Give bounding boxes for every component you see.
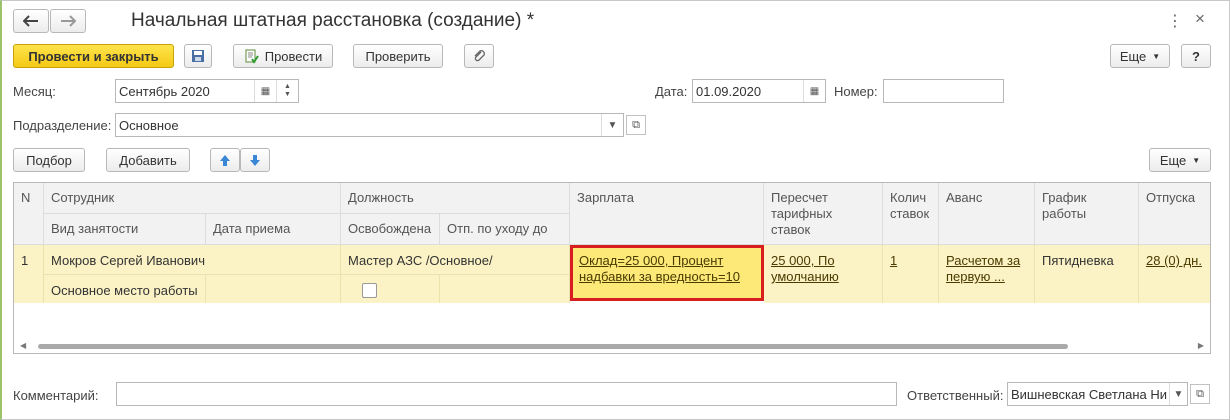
chevron-down-icon: ▼ bbox=[1152, 51, 1161, 61]
header-released[interactable]: Освобождена bbox=[341, 214, 440, 245]
month-field[interactable]: Сентябрь 2020 ▦ ▲ ▼ bbox=[115, 79, 299, 103]
open-window-icon: ⧉ bbox=[632, 118, 640, 131]
comment-label: Комментарий: bbox=[13, 388, 99, 403]
row-leave-until[interactable] bbox=[440, 274, 570, 303]
row-hire-date[interactable] bbox=[206, 274, 341, 303]
move-up-button[interactable] bbox=[210, 148, 240, 172]
header-salary[interactable]: Зарплата bbox=[570, 183, 764, 245]
open-responsible-button[interactable]: ⧉ bbox=[1190, 384, 1210, 404]
save-button[interactable] bbox=[184, 44, 212, 68]
row-employment-type[interactable]: Основное место работы bbox=[44, 274, 206, 303]
post-document-icon bbox=[245, 49, 259, 64]
more-button[interactable]: Еще ▼ bbox=[1110, 44, 1170, 68]
header-n[interactable]: N bbox=[14, 183, 44, 245]
month-label: Месяц: bbox=[13, 84, 56, 99]
vacations-link[interactable]: 28 (0) дн. bbox=[1146, 253, 1202, 268]
add-button[interactable]: Добавить bbox=[106, 148, 190, 172]
row-schedule[interactable]: Пятидневка bbox=[1035, 245, 1139, 303]
header-advance[interactable]: Аванс bbox=[939, 183, 1035, 245]
row-position[interactable]: Мастер АЗС /Основное/ bbox=[341, 245, 570, 274]
advance-link[interactable]: Расчетом за первую ... bbox=[946, 253, 1020, 284]
kebab-menu-icon[interactable]: ⋮ bbox=[1167, 11, 1183, 31]
header-hire-date[interactable]: Дата приема bbox=[206, 214, 341, 245]
page-title: Начальная штатная расстановка (создание)… bbox=[131, 10, 535, 31]
division-value: Основное bbox=[119, 117, 179, 133]
month-value: Сентябрь 2020 bbox=[119, 83, 210, 99]
arrow-down-icon bbox=[250, 154, 260, 166]
responsible-value: Вишневская Светлана Ни bbox=[1011, 386, 1167, 402]
responsible-label: Ответственный: bbox=[907, 388, 1004, 403]
header-rates-count[interactable]: Колич ставок bbox=[883, 183, 939, 245]
header-schedule[interactable]: График работы bbox=[1035, 183, 1139, 245]
row-advance[interactable]: Расчетом за первую ... bbox=[939, 245, 1035, 303]
salary-link[interactable]: Оклад=25 000, Процент надбавки за вредно… bbox=[579, 253, 740, 284]
number-field[interactable] bbox=[883, 79, 1004, 103]
row-released-cell[interactable] bbox=[341, 274, 440, 303]
month-stepper[interactable]: ▲ ▼ bbox=[276, 80, 298, 102]
arrow-up-icon bbox=[220, 154, 230, 166]
row-employee[interactable]: Мокров Сергей Иванович bbox=[44, 245, 341, 274]
header-employment-type[interactable]: Вид занятости bbox=[44, 214, 206, 245]
arrow-right-icon bbox=[61, 15, 76, 27]
scrollbar-thumb[interactable] bbox=[38, 344, 1068, 349]
attach-button[interactable] bbox=[464, 44, 494, 68]
header-vacations[interactable]: Отпуска bbox=[1139, 183, 1210, 245]
open-window-icon: ⧉ bbox=[1196, 387, 1204, 400]
horizontal-scrollbar[interactable]: ◀ ▶ bbox=[14, 339, 1210, 353]
pick-button[interactable]: Подбор bbox=[13, 148, 85, 172]
comment-field[interactable] bbox=[116, 382, 897, 406]
staff-table[interactable]: N Сотрудник Вид занятости Дата приема До… bbox=[13, 182, 1211, 354]
dropdown-arrow-icon[interactable]: ▼ bbox=[1169, 383, 1187, 405]
forward-button[interactable] bbox=[50, 9, 86, 33]
calendar-icon[interactable]: ▦ bbox=[803, 80, 825, 102]
post-and-close-button[interactable]: Провести и закрыть bbox=[13, 44, 174, 68]
post-button-label: Провести bbox=[264, 48, 323, 64]
rates-count-link[interactable]: 1 bbox=[890, 253, 897, 268]
chevron-down-icon: ▼ bbox=[1192, 155, 1201, 165]
recalc-link[interactable]: 25 000, По умолчанию bbox=[771, 253, 839, 284]
check-button[interactable]: Проверить bbox=[353, 44, 443, 68]
number-label: Номер: bbox=[834, 84, 878, 99]
date-value: 01.09.2020 bbox=[696, 83, 762, 99]
row-vacations[interactable]: 28 (0) дн. bbox=[1139, 245, 1210, 303]
open-division-button[interactable]: ⧉ bbox=[626, 115, 646, 135]
calendar-icon[interactable]: ▦ bbox=[254, 80, 276, 102]
scroll-right-icon[interactable]: ▶ bbox=[1198, 341, 1204, 350]
arrow-left-icon bbox=[23, 15, 38, 27]
header-position[interactable]: Должность bbox=[341, 183, 570, 214]
scroll-left-icon[interactable]: ◀ bbox=[20, 341, 26, 350]
responsible-field[interactable]: Вишневская Светлана Ни ▼ bbox=[1007, 382, 1188, 406]
released-checkbox[interactable] bbox=[362, 283, 377, 298]
header-employee[interactable]: Сотрудник bbox=[44, 183, 341, 214]
row-n[interactable]: 1 bbox=[14, 245, 44, 303]
date-label: Дата: bbox=[655, 84, 688, 99]
table-more-label: Еще bbox=[1159, 152, 1187, 168]
more-button-label: Еще bbox=[1119, 48, 1147, 64]
row-rates-count[interactable]: 1 bbox=[883, 245, 939, 303]
row-salary[interactable]: Оклад=25 000, Процент надбавки за вредно… bbox=[570, 245, 764, 301]
header-leave-until[interactable]: Отп. по уходу до bbox=[440, 214, 570, 245]
dropdown-arrow-icon[interactable]: ▼ bbox=[601, 114, 623, 136]
back-button[interactable] bbox=[13, 9, 49, 33]
close-icon[interactable]: × bbox=[1195, 9, 1205, 29]
help-button[interactable]: ? bbox=[1181, 44, 1211, 68]
date-field[interactable]: 01.09.2020 ▦ bbox=[692, 79, 826, 103]
row-recalc[interactable]: 25 000, По умолчанию bbox=[764, 245, 883, 303]
division-field[interactable]: Основное ▼ bbox=[115, 113, 624, 137]
floppy-disk-icon bbox=[192, 50, 204, 62]
move-down-button[interactable] bbox=[240, 148, 270, 172]
post-button[interactable]: Провести bbox=[233, 44, 333, 68]
division-label: Подразделение: bbox=[13, 118, 112, 133]
paperclip-icon bbox=[474, 50, 485, 62]
header-recalc[interactable]: Пересчет тарифных ставок bbox=[764, 183, 883, 245]
table-more-button[interactable]: Еще ▼ bbox=[1149, 148, 1211, 172]
